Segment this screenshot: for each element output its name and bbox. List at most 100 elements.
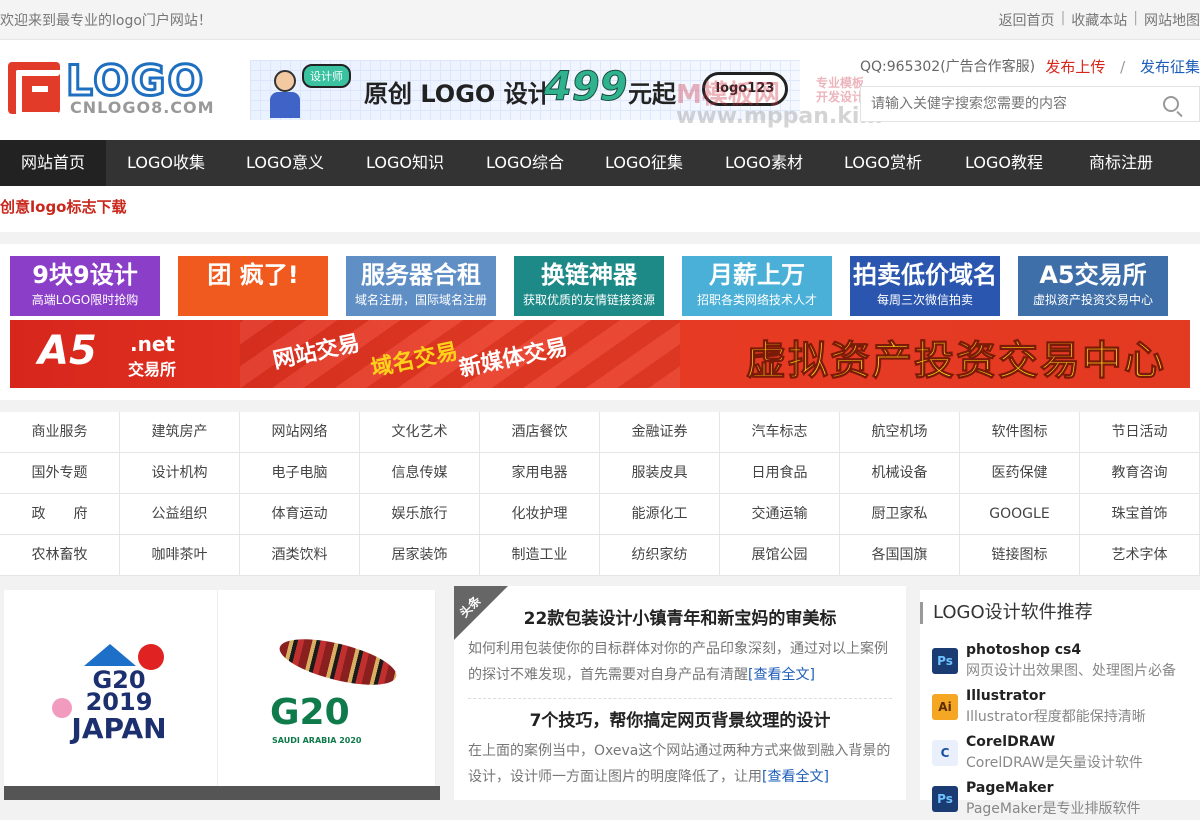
g20-saudi-logo-icon: G20 SAUDI ARABIA 2020: [270, 630, 401, 750]
logo-card-g20-saudi[interactable]: G20 SAUDI ARABIA 2020: [222, 590, 436, 790]
category-link[interactable]: 居家装饰: [360, 535, 480, 576]
nav-item[interactable]: 商标注册: [1066, 140, 1176, 186]
publish-collect-link[interactable]: 发布征集: [1140, 58, 1200, 76]
search-input[interactable]: [861, 87, 1151, 121]
article-summary: 如何利用包装使你的目标群体对你的产品印象深刻，通过对以上案例的探讨不难发现，首先…: [468, 636, 892, 688]
category-link[interactable]: 纺织家纺: [600, 535, 720, 576]
ad-headline: A5交易所: [1039, 261, 1147, 289]
ad-subline: 高端LOGO限时抢购: [31, 293, 139, 307]
category-link[interactable]: 展馆公园: [720, 535, 840, 576]
category-link[interactable]: 节日活动: [1080, 412, 1200, 453]
software-app-icon: Ai: [932, 694, 958, 720]
home-link[interactable]: 返回首页: [999, 10, 1055, 30]
nav-item[interactable]: LOGO征集: [584, 140, 704, 186]
software-app-icon: Ps: [932, 786, 958, 812]
category-link[interactable]: 娱乐旅行: [360, 494, 480, 535]
small-banner-ad[interactable]: 9块9设计高端LOGO限时抢购: [10, 256, 160, 316]
category-link[interactable]: 电子电脑: [240, 453, 360, 494]
category-link[interactable]: 软件图标: [960, 412, 1080, 453]
ad-headline: 9块9设计: [32, 261, 138, 289]
category-link[interactable]: 汽车标志: [720, 412, 840, 453]
small-banner-ad[interactable]: A5交易所 虚拟资产投资交易中心: [1018, 256, 1168, 316]
category-link[interactable]: 艺术字体: [1080, 535, 1200, 576]
category-link[interactable]: 体育运动: [240, 494, 360, 535]
category-link[interactable]: 公益组织: [120, 494, 240, 535]
category-link[interactable]: 航空机场: [840, 412, 960, 453]
a5-wide-banner-ad[interactable]: A5 .net 交易所 网站交易 域名交易 新媒体交易 虚拟资产投资交易中心: [10, 320, 1190, 388]
category-link[interactable]: 网站网络: [240, 412, 360, 453]
qq-contact: QQ:965302(广告合作客服): [860, 59, 1036, 75]
category-link[interactable]: 能源化工: [600, 494, 720, 535]
software-name: PageMaker: [966, 780, 1054, 796]
logo-card-g20-japan[interactable]: G20 2019 JAPAN: [4, 590, 218, 790]
read-more-link[interactable]: [查看全文]: [762, 769, 829, 785]
category-link[interactable]: 交通运输: [720, 494, 840, 535]
category-link[interactable]: 设计机构: [120, 453, 240, 494]
software-item[interactable]: C CorelDRAW CorelDRAW是矢量设计软件: [932, 734, 1200, 774]
category-link[interactable]: 机械设备: [840, 453, 960, 494]
nav-item[interactable]: LOGO综合: [466, 140, 584, 186]
article-body: 如何利用包装使你的目标群体对你的产品印象深刻，通过对以上案例的探讨不难发现，首先…: [468, 641, 888, 683]
article-title[interactable]: 22款包装设计小镇青年和新宝妈的审美标: [468, 606, 892, 632]
category-link[interactable]: 医药保健: [960, 453, 1080, 494]
sitemap-link[interactable]: 网站地图: [1144, 10, 1200, 30]
nav-item[interactable]: LOGO知识: [344, 140, 466, 186]
software-desc: 网页设计出效果图、处理图片必备: [966, 663, 1176, 679]
category-link[interactable]: 链接图标: [960, 535, 1080, 576]
software-item[interactable]: Ai Illustrator Illustrator程度都能保持清晰: [932, 688, 1200, 728]
category-link[interactable]: 文化艺术: [360, 412, 480, 453]
category-link[interactable]: 教育咨询: [1080, 453, 1200, 494]
nav-item[interactable]: 网站首页: [0, 140, 106, 186]
software-app-icon: C: [932, 740, 958, 766]
banner-price: 499: [544, 64, 628, 111]
category-link[interactable]: 酒类饮料: [240, 535, 360, 576]
category-link[interactable]: 农林畜牧: [0, 535, 120, 576]
category-link[interactable]: 酒店餐饮: [480, 412, 600, 453]
category-link[interactable]: 制造工业: [480, 535, 600, 576]
nav-item[interactable]: LOGO赏析: [824, 140, 942, 186]
g20-line-3: JAPAN: [71, 712, 167, 745]
read-more-link[interactable]: [查看全文]: [748, 667, 815, 683]
banner-text: 原创 LOGO 设计: [364, 80, 552, 108]
site-logo[interactable]: LOGO CNLOGO8.COM: [8, 55, 220, 118]
category-link[interactable]: 珠宝首饰: [1080, 494, 1200, 535]
publish-upload-link[interactable]: 发布上传: [1045, 58, 1105, 76]
category-link[interactable]: 建筑房产: [120, 412, 240, 453]
small-banner-ad[interactable]: 换链神器 获取优质的友情链接资源: [514, 256, 664, 316]
small-banner-ad[interactable]: 服务器合租 域名注册，国际域名注册: [346, 256, 496, 316]
category-link[interactable]: 化妆护理: [480, 494, 600, 535]
category-link[interactable]: GOOGLE: [960, 494, 1080, 535]
category-link[interactable]: 金融证券: [600, 412, 720, 453]
category-link[interactable]: 信息传媒: [360, 453, 480, 494]
category-link[interactable]: 厨卫家私: [840, 494, 960, 535]
card-caption-bar: [4, 786, 440, 800]
category-link[interactable]: 商业服务: [0, 412, 120, 453]
nav-item[interactable]: LOGO收集: [106, 140, 226, 186]
software-item[interactable]: Ps PageMaker PageMaker是专业排版软件: [932, 780, 1200, 820]
ad-slogan: 虚拟资产投资交易中心: [746, 338, 1166, 385]
tagline-link[interactable]: 创意logo标志下载: [0, 196, 127, 217]
nav-item[interactable]: LOGO教程: [942, 140, 1066, 186]
category-link[interactable]: 日用食品: [720, 453, 840, 494]
logo-mark-icon: [8, 62, 64, 118]
search-icon[interactable]: [1163, 96, 1179, 112]
category-link[interactable]: 咖啡茶叶: [120, 535, 240, 576]
category-link[interactable]: 服装皮具: [600, 453, 720, 494]
category-link[interactable]: 政 府: [0, 494, 120, 535]
software-section-title: LOGO设计软件推荐: [920, 602, 1093, 624]
category-link[interactable]: 国外专题: [0, 453, 120, 494]
welcome-text: 欢迎来到最专业的logo门户网站！: [0, 12, 212, 29]
tagline-bar: 创意logo标志下载: [0, 186, 1200, 232]
small-banner-ad[interactable]: 团 疯了!: [178, 256, 328, 316]
small-banner-ad[interactable]: 月薪上万 招职各类网络技术人才: [682, 256, 832, 316]
article-title[interactable]: 7个技巧，帮你搞定网页背景纹理的设计: [468, 708, 892, 734]
nav-item[interactable]: LOGO素材: [704, 140, 824, 186]
ad-headline: 团 疯了!: [207, 261, 299, 289]
small-banner-ad[interactable]: 拍卖低价域名 每周三次微信拍卖: [850, 256, 1000, 316]
software-item[interactable]: Ps photoshop cs4 网页设计出效果图、处理图片必备: [932, 642, 1200, 682]
category-link[interactable]: 家用电器: [480, 453, 600, 494]
bookmark-link[interactable]: 收藏本站: [1071, 10, 1127, 30]
category-link[interactable]: 各国国旗: [840, 535, 960, 576]
article-divider: [468, 698, 892, 699]
nav-item[interactable]: LOGO意义: [226, 140, 344, 186]
